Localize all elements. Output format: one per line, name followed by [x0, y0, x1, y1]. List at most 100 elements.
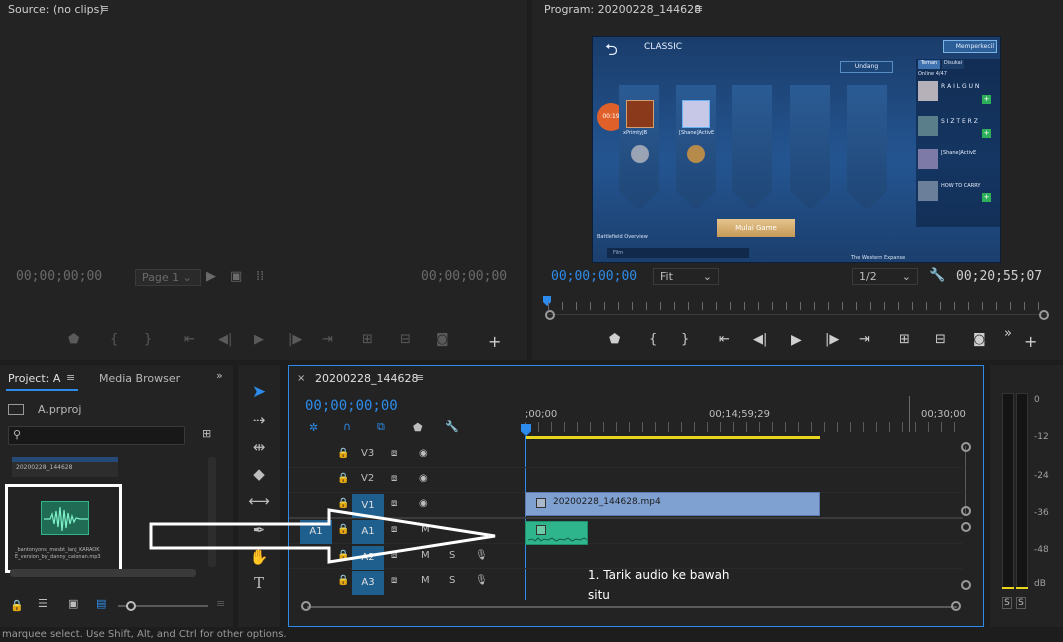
scroll-handle[interactable] [961, 442, 971, 452]
work-area-bar[interactable] [525, 436, 820, 439]
icon-view-icon[interactable]: ▣ [68, 597, 78, 610]
marker-icon[interactable]: ⬟ [68, 332, 79, 347]
scroll-handle[interactable] [951, 601, 961, 611]
snap-icon[interactable]: ∩ [343, 420, 351, 433]
source-timecode-left[interactable]: 00;00;00;00 [16, 269, 102, 284]
sequence-tab[interactable]: 20200228_144628 [315, 372, 418, 385]
source-timecode-right[interactable]: 00;00;00;00 [421, 269, 507, 284]
razor-tool-icon[interactable]: ◆ [246, 463, 272, 485]
mute-button[interactable]: M [421, 575, 430, 586]
ripple-edit-tool-icon[interactable]: ⇹ [246, 436, 272, 458]
tab-project[interactable]: Project: A [8, 372, 60, 385]
horizontal-scrollbar[interactable] [10, 569, 196, 577]
page-dropdown[interactable]: Page 1 ⌄ [135, 269, 201, 286]
hscroll-bar[interactable] [307, 606, 957, 608]
camera-icon[interactable]: ◙ [973, 332, 986, 347]
step-back-icon[interactable]: ◀| [218, 332, 232, 347]
track-select-tool-icon[interactable]: ⇢ [246, 409, 272, 431]
close-icon[interactable]: × [297, 373, 305, 384]
lift-icon[interactable]: ⊞ [899, 332, 910, 347]
sync-lock-icon[interactable]: ⧈ [391, 575, 397, 586]
add-button-icon[interactable]: + [488, 332, 501, 351]
track-lock-icon[interactable]: 🔒 [337, 448, 349, 459]
timeline-ruler[interactable] [525, 422, 965, 432]
solo-right-button[interactable]: S [1016, 597, 1026, 609]
zoom-slider[interactable] [118, 601, 208, 611]
solo-left-button[interactable]: S [1002, 597, 1012, 609]
scroll-handle-right[interactable] [1039, 310, 1049, 320]
solo-button[interactable]: S [449, 575, 455, 586]
program-timecode-left[interactable]: 00;00;00;00 [551, 269, 637, 284]
program-panel-title[interactable]: Program: 20200228_144628 [544, 3, 701, 16]
add-button-icon[interactable]: + [1024, 332, 1037, 351]
list-view-icon[interactable]: ☰ [38, 597, 48, 610]
extract-icon[interactable]: ⊟ [935, 332, 946, 347]
eye-icon[interactable]: ◉ [419, 448, 428, 459]
go-to-in-icon[interactable]: ⇤ [719, 332, 730, 347]
program-ruler[interactable] [548, 302, 1048, 310]
playhead[interactable] [521, 424, 531, 436]
zoom-slider-handle[interactable] [126, 601, 136, 611]
scroll-handle[interactable] [961, 522, 971, 532]
scroll-handle[interactable] [301, 601, 311, 611]
track-a3-name[interactable]: A3 [352, 571, 384, 595]
video-clip[interactable]: 20200228_144628.mp4 [525, 492, 820, 516]
type-tool-icon[interactable]: T [246, 572, 272, 594]
step-forward-icon[interactable]: |▶ [825, 332, 839, 347]
selection-tool-icon[interactable]: ➤ [246, 381, 272, 403]
track-v3-name[interactable]: V3 [361, 448, 374, 459]
track-lock-icon[interactable]: 🔒 [337, 575, 349, 586]
mark-in-icon[interactable]: { [649, 332, 657, 347]
sync-lock-icon[interactable]: ⧈ [391, 448, 397, 459]
panel-menu-icon[interactable]: ≡ [694, 2, 703, 15]
mark-out-icon[interactable]: } [681, 332, 689, 347]
freeform-view-icon[interactable]: ▤ [96, 597, 106, 610]
fit-dropdown[interactable]: Fit ⌄ [653, 268, 719, 285]
linked-selection-icon[interactable]: ⧉ [377, 420, 385, 434]
go-to-in-icon[interactable]: ⇤ [184, 332, 195, 347]
more-controls-icon[interactable]: » [1004, 326, 1012, 341]
marker-icon[interactable]: ⬟ [609, 332, 620, 347]
settings-icon[interactable]: ⁞⁞ [256, 269, 264, 284]
camera-icon[interactable]: ◙ [436, 332, 449, 347]
resolution-dropdown[interactable]: 1/2 ⌄ [852, 268, 918, 285]
go-to-out-icon[interactable]: ⇥ [322, 332, 333, 347]
new-bin-icon[interactable]: ⊞ [202, 427, 211, 440]
scroll-handle-left[interactable] [545, 310, 555, 320]
export-frame-icon[interactable]: ▣ [230, 269, 242, 284]
panel-menu-icon[interactable]: ≡ [216, 597, 225, 610]
step-forward-icon[interactable]: |▶ [288, 332, 302, 347]
nest-icon[interactable]: ✲ [309, 421, 318, 434]
panel-menu-icon[interactable]: ≡ [415, 371, 424, 384]
eye-icon[interactable]: ◉ [419, 473, 428, 484]
mark-out-icon[interactable]: } [144, 332, 152, 347]
expand-panels-icon[interactable]: » [216, 369, 223, 382]
mark-in-icon[interactable]: { [110, 332, 118, 347]
project-item-video[interactable]: 20200228_144628 [12, 457, 118, 477]
timeline-settings-icon[interactable]: 🔧 [445, 420, 459, 433]
go-to-out-icon[interactable]: ⇥ [859, 332, 870, 347]
insert-icon[interactable]: ⊞ [362, 332, 373, 347]
step-back-icon[interactable]: ◀| [753, 332, 767, 347]
lock-icon[interactable]: 🔒 [10, 599, 24, 612]
project-item-audio[interactable]: _bantonyons_mesbt_lanj_KARAOK E_version_… [5, 484, 122, 573]
source-panel-title[interactable]: Source: (no clips) [8, 3, 104, 16]
overwrite-icon[interactable]: ⊟ [400, 332, 411, 347]
search-input[interactable]: ⚲ [8, 426, 185, 445]
panel-menu-icon[interactable]: ≡ [100, 2, 109, 15]
wrench-icon[interactable]: 🔧 [929, 268, 945, 283]
audio-clip[interactable] [525, 521, 588, 545]
tab-media-browser[interactable]: Media Browser [99, 372, 180, 385]
panel-menu-icon[interactable]: ≡ [66, 371, 75, 384]
microphone-icon[interactable]: 🎙 [475, 575, 488, 586]
track-lock-icon[interactable]: 🔒 [337, 473, 349, 484]
add-marker-icon[interactable]: ⬟ [413, 421, 423, 434]
timeline-timecode[interactable]: 00;00;00;00 [305, 398, 398, 414]
sync-lock-icon[interactable]: ⧈ [391, 473, 397, 484]
scroll-handle[interactable] [961, 580, 971, 590]
play-button-icon[interactable]: ▶ [254, 332, 264, 347]
zoom-scrollbar[interactable] [548, 314, 1049, 320]
program-timecode-right[interactable]: 00;20;55;07 [956, 269, 1042, 284]
scroll-handle[interactable] [961, 506, 971, 516]
track-v2-name[interactable]: V2 [361, 473, 374, 484]
